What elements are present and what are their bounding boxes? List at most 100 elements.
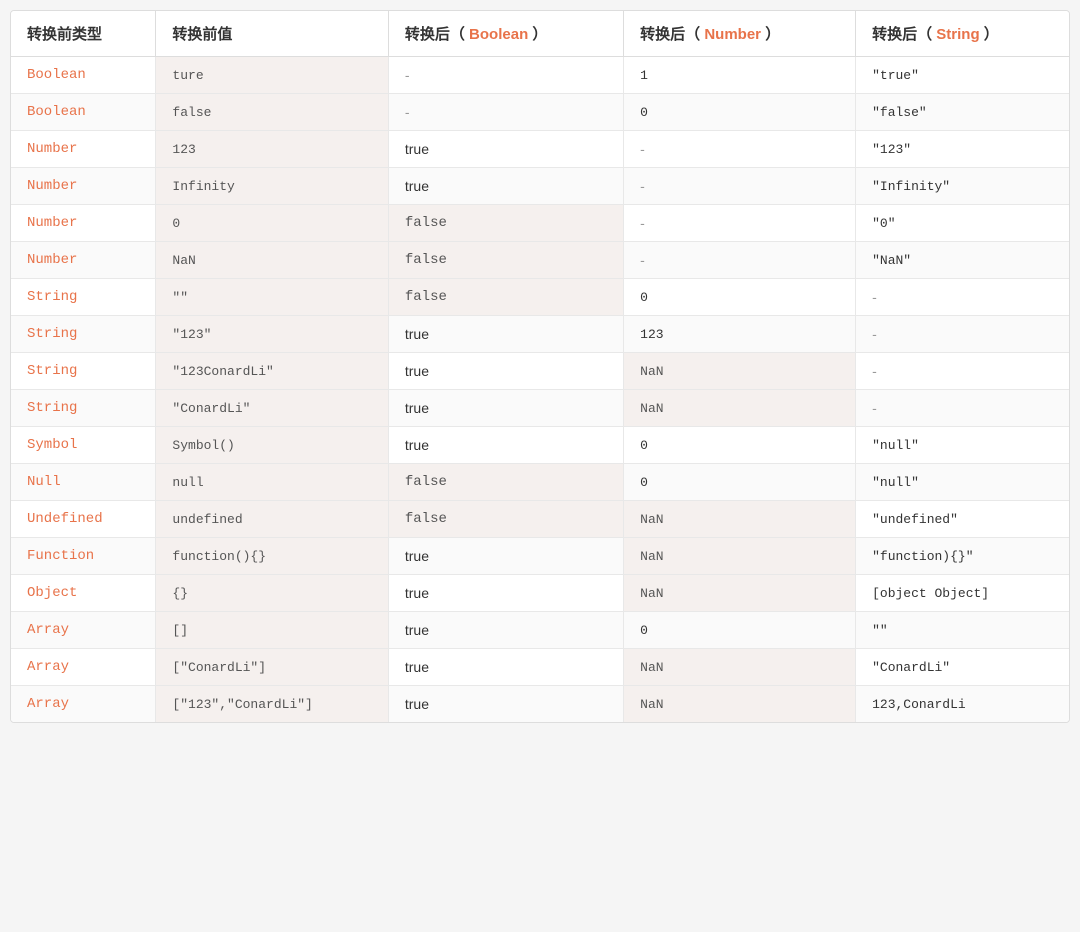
cell-value: ["123","ConardLi"] [156, 686, 388, 723]
cell-value: "123ConardLi" [156, 353, 388, 390]
header-string: 转换后（ String ） [856, 11, 1069, 57]
cell-value: null [156, 464, 388, 501]
cell-type: Boolean [11, 94, 156, 131]
cell-to-number: NaN [624, 353, 856, 390]
header-number-highlight: Number [700, 26, 765, 43]
table-row: NumberInfinitytrue-"Infinity" [11, 168, 1069, 205]
cell-value: "123" [156, 316, 388, 353]
cell-value: ["ConardLi"] [156, 649, 388, 686]
cell-type: Array [11, 686, 156, 723]
table-row: Booleanture-1"true" [11, 57, 1069, 94]
header-type: 转换前类型 [11, 11, 156, 57]
cell-value: NaN [156, 242, 388, 279]
cell-value: "ConardLi" [156, 390, 388, 427]
table-row: Number123true-"123" [11, 131, 1069, 168]
cell-to-boolean: true [388, 427, 623, 464]
cell-to-string: - [856, 353, 1069, 390]
cell-type: Number [11, 131, 156, 168]
cell-type: Number [11, 168, 156, 205]
table-row: NumberNaNfalse-"NaN" [11, 242, 1069, 279]
table-row: Array["ConardLi"]trueNaN"ConardLi" [11, 649, 1069, 686]
header-number: 转换后（ Number ） [624, 11, 856, 57]
cell-to-string: "null" [856, 464, 1069, 501]
cell-type: String [11, 353, 156, 390]
cell-type: Null [11, 464, 156, 501]
cell-to-string: "null" [856, 427, 1069, 464]
cell-to-boolean: true [388, 649, 623, 686]
cell-type: Number [11, 242, 156, 279]
table-row: Booleanfalse-0"false" [11, 94, 1069, 131]
table-row: Object{}trueNaN[object Object] [11, 575, 1069, 612]
cell-type: String [11, 279, 156, 316]
cell-type: Function [11, 538, 156, 575]
cell-to-string: "false" [856, 94, 1069, 131]
cell-to-boolean: true [388, 131, 623, 168]
cell-to-number: 0 [624, 427, 856, 464]
table-row: String"123"true123- [11, 316, 1069, 353]
cell-to-boolean: false [388, 464, 623, 501]
cell-type: Object [11, 575, 156, 612]
cell-to-string: "true" [856, 57, 1069, 94]
table-row: Nullnullfalse0"null" [11, 464, 1069, 501]
cell-to-number: 0 [624, 464, 856, 501]
cell-to-string: "Infinity" [856, 168, 1069, 205]
cell-to-number: NaN [624, 538, 856, 575]
cell-to-string: 123,ConardLi [856, 686, 1069, 723]
cell-value: undefined [156, 501, 388, 538]
cell-to-boolean: false [388, 205, 623, 242]
cell-value: {} [156, 575, 388, 612]
cell-to-string: "function){}" [856, 538, 1069, 575]
cell-to-boolean: true [388, 538, 623, 575]
table-row: Functionfunction(){}trueNaN"function){}" [11, 538, 1069, 575]
cell-to-boolean: true [388, 390, 623, 427]
cell-value: 123 [156, 131, 388, 168]
table-row: Array[]true0"" [11, 612, 1069, 649]
cell-to-string: "" [856, 612, 1069, 649]
cell-to-number: NaN [624, 390, 856, 427]
cell-to-string: - [856, 279, 1069, 316]
cell-value: function(){} [156, 538, 388, 575]
cell-type: Undefined [11, 501, 156, 538]
cell-to-number: 1 [624, 57, 856, 94]
cell-type: Number [11, 205, 156, 242]
header-boolean: 转换后（ Boolean ） [388, 11, 623, 57]
cell-to-number: - [624, 205, 856, 242]
cell-to-number: - [624, 168, 856, 205]
header-string-highlight: String [932, 26, 984, 43]
cell-to-string: "123" [856, 131, 1069, 168]
table-row: UndefinedundefinedfalseNaN"undefined" [11, 501, 1069, 538]
cell-to-string: "undefined" [856, 501, 1069, 538]
cell-to-boolean: true [388, 575, 623, 612]
cell-to-number: NaN [624, 649, 856, 686]
cell-to-boolean: true [388, 168, 623, 205]
cell-type: Array [11, 612, 156, 649]
cell-value: 0 [156, 205, 388, 242]
cell-to-boolean: - [388, 94, 623, 131]
table-row: SymbolSymbol()true0"null" [11, 427, 1069, 464]
cell-to-string: - [856, 316, 1069, 353]
main-table-container: 转换前类型 转换前值 转换后（ Boolean ） 转换后（ Number ） … [10, 10, 1070, 723]
cell-to-number: 123 [624, 316, 856, 353]
cell-value: ture [156, 57, 388, 94]
cell-value: false [156, 94, 388, 131]
cell-to-number: 0 [624, 94, 856, 131]
cell-to-number: NaN [624, 686, 856, 723]
cell-to-boolean: false [388, 279, 623, 316]
cell-to-string: "0" [856, 205, 1069, 242]
cell-to-boolean: true [388, 612, 623, 649]
table-header-row: 转换前类型 转换前值 转换后（ Boolean ） 转换后（ Number ） … [11, 11, 1069, 57]
conversion-table: 转换前类型 转换前值 转换后（ Boolean ） 转换后（ Number ） … [11, 11, 1069, 722]
cell-value: Symbol() [156, 427, 388, 464]
cell-value: "" [156, 279, 388, 316]
cell-to-string: "NaN" [856, 242, 1069, 279]
cell-to-string: [object Object] [856, 575, 1069, 612]
cell-to-string: - [856, 390, 1069, 427]
header-value: 转换前值 [156, 11, 388, 57]
cell-to-boolean: true [388, 353, 623, 390]
cell-to-number: - [624, 131, 856, 168]
cell-value: [] [156, 612, 388, 649]
table-row: String""false0- [11, 279, 1069, 316]
table-row: String"ConardLi"trueNaN- [11, 390, 1069, 427]
table-row: Array["123","ConardLi"]trueNaN123,Conard… [11, 686, 1069, 723]
cell-to-boolean: - [388, 57, 623, 94]
